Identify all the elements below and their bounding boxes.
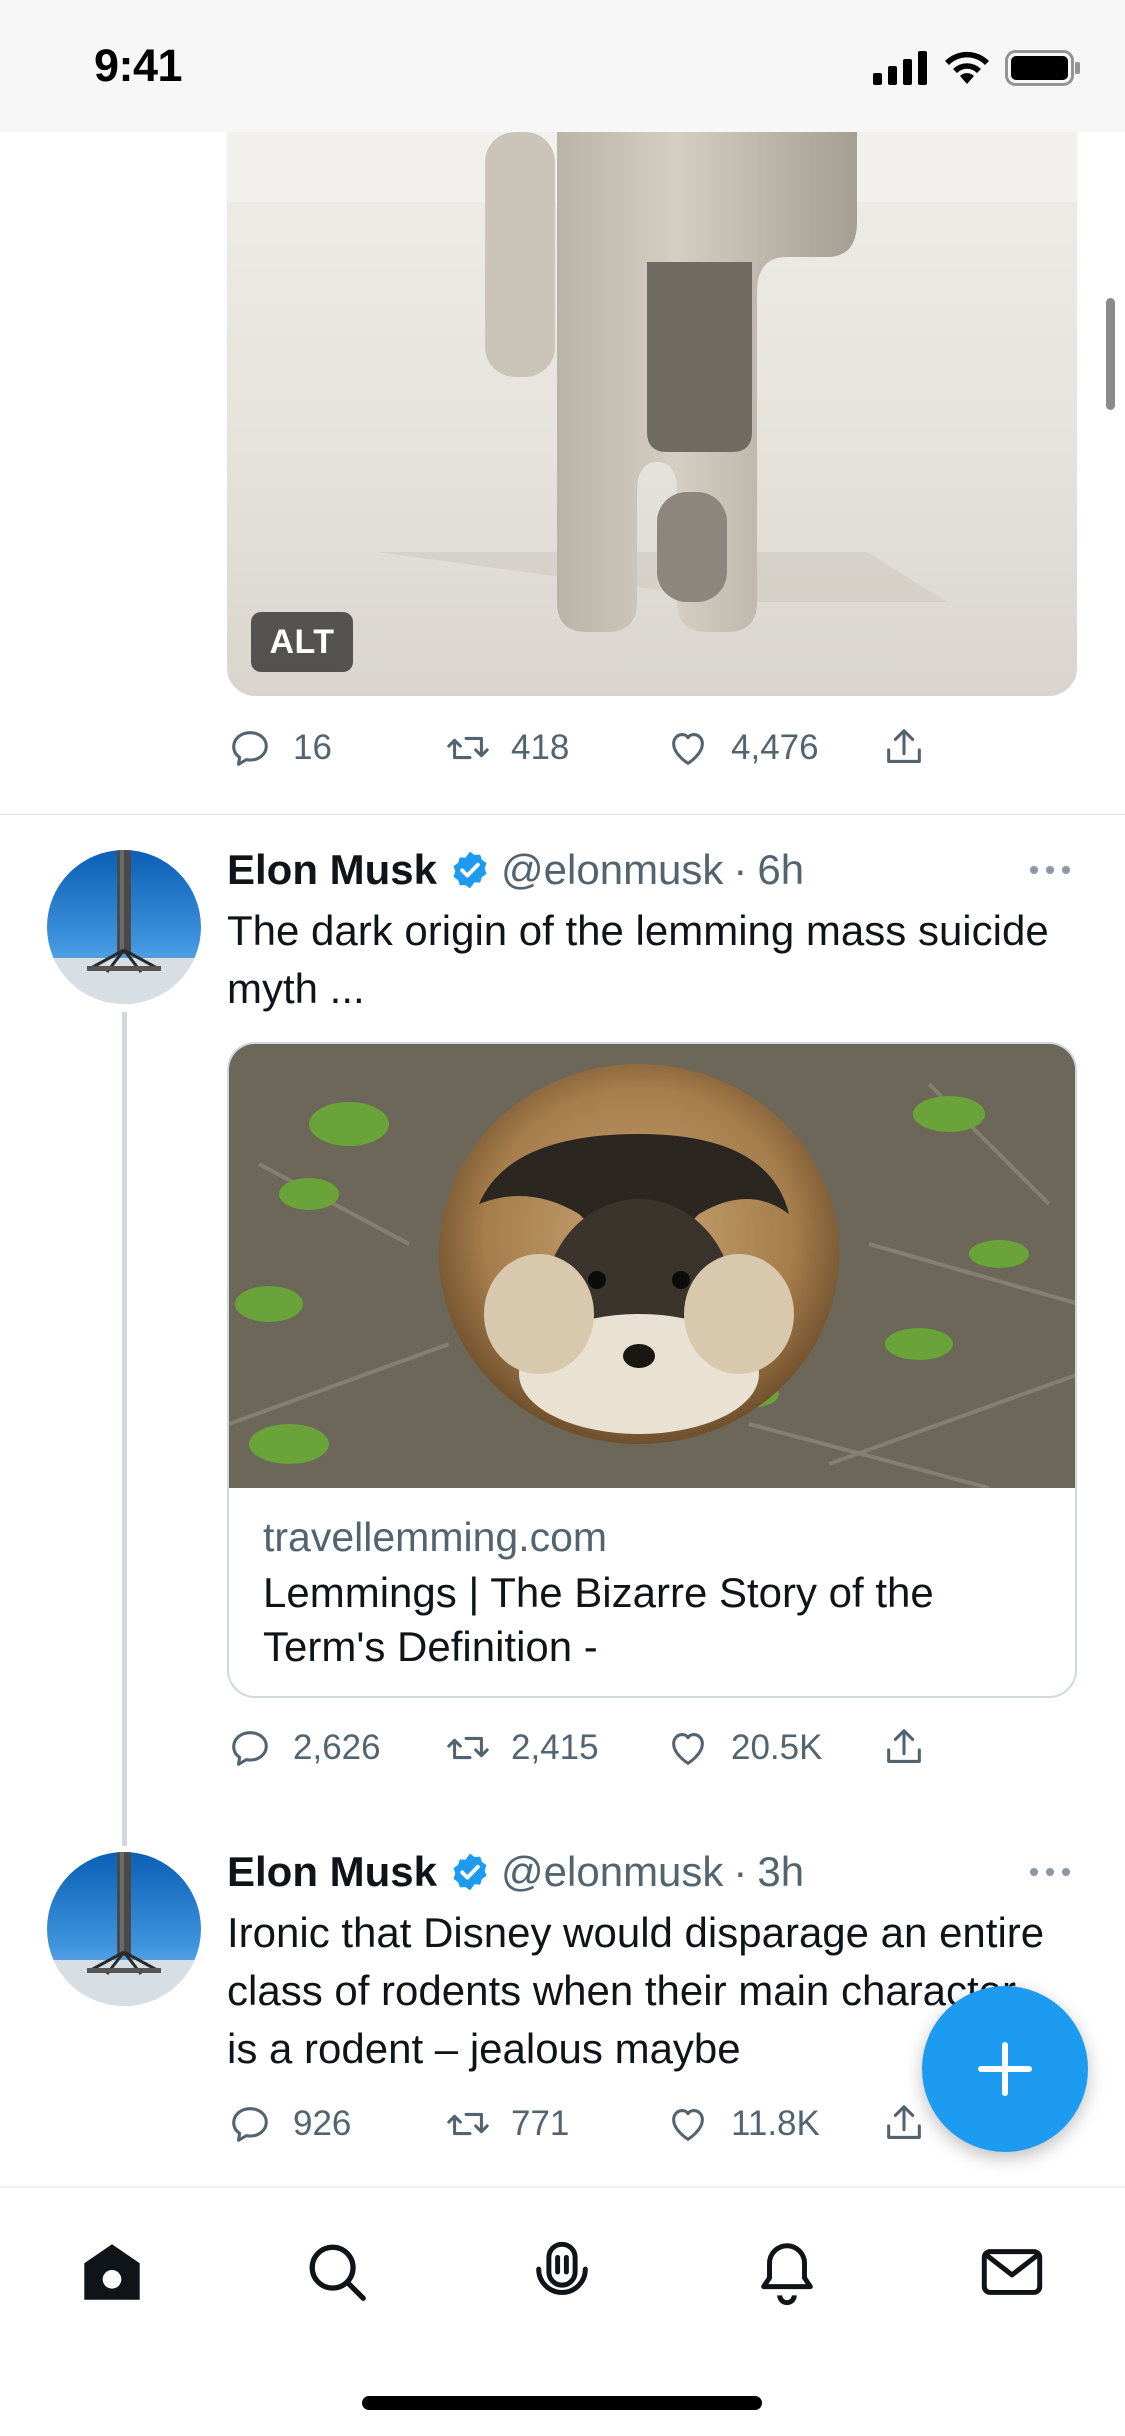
reply-button[interactable]: 16 bbox=[227, 718, 332, 778]
reply-count: 926 bbox=[293, 2104, 352, 2143]
rocket-avatar-image bbox=[47, 850, 201, 1004]
link-card[interactable]: travellemming.com Lemmings | The Bizarre… bbox=[227, 1042, 1077, 1698]
retweet-icon bbox=[447, 736, 489, 760]
more-options-icon[interactable] bbox=[1026, 860, 1074, 880]
reply-count: 16 bbox=[293, 728, 332, 767]
meta-separator: · bbox=[733, 846, 748, 893]
reply-icon bbox=[232, 1731, 268, 1766]
verified-badge-icon bbox=[453, 851, 487, 889]
like-button[interactable]: 4,476 bbox=[665, 718, 819, 778]
share-icon bbox=[887, 2105, 921, 2139]
battery-icon bbox=[1005, 50, 1080, 86]
scroll-indicator[interactable] bbox=[1106, 298, 1115, 410]
retweet-icon bbox=[447, 1736, 489, 1760]
retweet-count: 2,415 bbox=[511, 1728, 599, 1767]
reply-count: 2,626 bbox=[293, 1728, 381, 1767]
reply-icon bbox=[232, 731, 268, 766]
share-button[interactable] bbox=[881, 718, 927, 778]
cellular-signal-icon bbox=[873, 51, 927, 85]
retweet-icon bbox=[447, 2112, 489, 2136]
rocket-avatar-image bbox=[47, 1852, 201, 2006]
card-title: Lemmings | The Bizarre Story of the Term… bbox=[263, 1569, 934, 1670]
tweet-timestamp[interactable]: 3h bbox=[757, 1848, 804, 1896]
retweet-button[interactable]: 771 bbox=[445, 2094, 569, 2154]
home-icon bbox=[84, 2244, 140, 2300]
like-button[interactable]: 20.5K bbox=[665, 1718, 822, 1778]
tweet-actions: 16 418 4,476 bbox=[227, 718, 1077, 778]
tweet-media-image[interactable]: ALT bbox=[227, 132, 1077, 696]
like-button[interactable]: 11.8K bbox=[665, 2094, 820, 2154]
status-icons bbox=[873, 50, 1081, 86]
avatar[interactable] bbox=[47, 850, 201, 1004]
thread-connector-line bbox=[122, 1012, 127, 1846]
search-icon bbox=[309, 2244, 366, 2301]
plus-icon bbox=[978, 2042, 1032, 2096]
share-button[interactable] bbox=[881, 2094, 927, 2154]
status-bar: 9:41 bbox=[0, 0, 1125, 132]
like-count: 4,476 bbox=[731, 728, 819, 767]
timeline-feed[interactable]: ALT 16 418 4,476 Elon Musk @elonmusk · 6… bbox=[0, 0, 1125, 2186]
retweet-button[interactable]: 2,415 bbox=[445, 1718, 599, 1778]
retweet-button[interactable]: 418 bbox=[445, 718, 569, 778]
card-domain: travellemming.com bbox=[263, 1514, 608, 1560]
share-button[interactable] bbox=[881, 1718, 927, 1778]
retweet-count: 418 bbox=[511, 728, 570, 767]
tweet-timestamp[interactable]: 6h bbox=[757, 846, 804, 894]
tweet-text: The dark origin of the lemming mass suic… bbox=[227, 907, 1049, 1012]
tweet-header: Elon Musk @elonmusk · 6h bbox=[227, 840, 804, 900]
like-count: 20.5K bbox=[731, 1728, 823, 1767]
messages-icon bbox=[981, 2249, 1043, 2295]
author-handle[interactable]: @elonmusk bbox=[501, 846, 723, 894]
alt-text-badge[interactable]: ALT bbox=[251, 612, 353, 672]
reply-icon bbox=[232, 2107, 268, 2142]
meta-separator: · bbox=[733, 1848, 748, 1895]
tweet-divider bbox=[0, 814, 1125, 815]
author-name[interactable]: Elon Musk bbox=[227, 1848, 437, 1896]
heart-icon bbox=[672, 733, 704, 765]
status-time: 9:41 bbox=[94, 40, 183, 91]
author-handle[interactable]: @elonmusk bbox=[501, 1848, 723, 1896]
tweet-header: Elon Musk @elonmusk · 3h bbox=[227, 1842, 804, 1902]
lemming-photo bbox=[229, 1044, 1075, 1488]
stone-bench-photo bbox=[227, 132, 1077, 696]
tab-search[interactable] bbox=[297, 2232, 377, 2312]
share-icon bbox=[887, 729, 921, 763]
compose-tweet-button[interactable] bbox=[922, 1986, 1088, 2152]
notifications-icon bbox=[761, 2243, 813, 2306]
verified-badge-icon bbox=[453, 1853, 487, 1891]
retweet-count: 771 bbox=[511, 2104, 570, 2143]
tab-spaces[interactable] bbox=[522, 2232, 602, 2312]
share-icon bbox=[887, 1729, 921, 1763]
reply-button[interactable]: 2,626 bbox=[227, 1718, 381, 1778]
home-indicator[interactable] bbox=[362, 2396, 762, 2410]
spaces-icon bbox=[536, 2241, 588, 2295]
avatar[interactable] bbox=[47, 1852, 201, 2006]
heart-icon bbox=[672, 2109, 704, 2141]
tab-notifications[interactable] bbox=[747, 2232, 827, 2312]
heart-icon bbox=[672, 1733, 704, 1765]
more-options-icon[interactable] bbox=[1026, 1862, 1074, 1882]
wifi-icon bbox=[945, 51, 989, 84]
tweet-actions: 2,626 2,415 20.5K bbox=[227, 1718, 1077, 1778]
like-count: 11.8K bbox=[731, 2104, 820, 2143]
tab-home[interactable] bbox=[72, 2232, 152, 2312]
reply-button[interactable]: 926 bbox=[227, 2094, 351, 2154]
author-name[interactable]: Elon Musk bbox=[227, 846, 437, 894]
tab-messages[interactable] bbox=[972, 2232, 1052, 2312]
